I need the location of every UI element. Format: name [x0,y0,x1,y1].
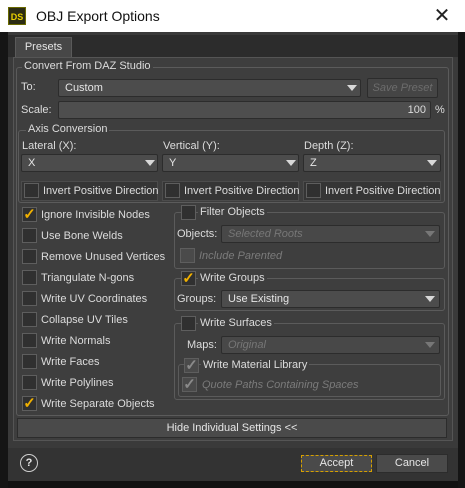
cancel-button[interactable]: Cancel [376,454,448,473]
quote-paths-label: Quote Paths Containing Spaces [202,379,359,391]
check-icon: ✓ [23,395,36,412]
option-label: Write Polylines [41,377,114,389]
tab-presets[interactable]: Presets [15,37,72,57]
filter-objects-label: Filter Objects [198,206,267,218]
option-label: Ignore Invisible Nodes [41,209,150,221]
invert-x-checkbox[interactable] [24,183,39,198]
window-border-right [458,32,465,488]
check-icon: ✓ [183,376,196,393]
option-label: Collapse UV Tiles [41,314,128,326]
maps-value: Original [228,339,266,351]
write-separate-checkbox[interactable]: ✓ [22,396,37,411]
objects-value: Selected Roots [228,228,303,240]
option-label: Write Separate Objects [41,398,155,410]
lateral-value: X [28,157,36,169]
daz-studio-app-icon: DS [8,7,26,25]
check-icon: ✓ [182,270,195,287]
groups-value: Use Existing [228,293,290,305]
write-surfaces-checkbox[interactable] [181,316,196,331]
remove-unused-checkbox[interactable] [22,249,37,264]
vertical-value: Y [169,157,177,169]
help-icon[interactable]: ? [20,454,38,472]
check-icon: ✓ [23,206,36,223]
scale-label: Scale: [21,104,52,116]
groups-dropdown[interactable]: Use Existing [221,290,440,308]
invert-z-checkbox[interactable] [306,183,321,198]
chevron-down-icon [286,160,296,166]
material-library-label: Write Material Library [201,359,310,371]
write-groups-checkbox[interactable]: ✓ [181,271,196,286]
invert-y-label: Invert Positive Direction [184,185,300,197]
bone-welds-checkbox[interactable] [22,228,37,243]
material-library-checkbox[interactable]: ✓ [184,358,199,373]
axis-group-label: Axis Conversion [26,123,110,135]
depth-dropdown[interactable]: Z [303,154,441,172]
hide-individual-settings-button[interactable]: Hide Individual Settings << [17,418,447,438]
accept-button[interactable]: Accept [301,455,372,472]
objects-dropdown[interactable]: Selected Roots [221,225,440,243]
filter-objects-checkbox[interactable] [181,205,196,220]
invert-z-label: Invert Positive Direction [325,185,441,197]
to-value: Custom [65,82,103,94]
invert-y-checkbox[interactable] [165,183,180,198]
chevron-down-icon [347,85,357,91]
background-strip [0,481,465,488]
option-label: Use Bone Welds [41,230,123,242]
invert-x-label: Invert Positive Direction [43,185,159,197]
option-label: Write Normals [41,335,111,347]
option-label: Triangulate N-gons [41,272,135,284]
depth-value: Z [310,157,317,169]
write-polylines-checkbox[interactable] [22,375,37,390]
option-label: Write Faces [41,356,100,368]
vertical-label: Vertical (Y): [163,140,220,152]
scale-unit: % [435,104,445,116]
scale-field[interactable]: 100 [58,101,431,119]
close-icon[interactable]: ✕ [428,3,456,29]
write-groups-label: Write Groups [198,272,267,284]
to-label: To: [21,81,36,93]
triangulate-checkbox[interactable] [22,270,37,285]
chevron-down-icon [425,231,435,237]
maps-dropdown[interactable]: Original [221,336,440,354]
tab-strip [8,35,458,57]
write-normals-checkbox[interactable] [22,333,37,348]
window-title: OBJ Export Options [36,8,160,24]
window-border-left [0,32,8,488]
write-faces-checkbox[interactable] [22,354,37,369]
vertical-dropdown[interactable]: Y [162,154,299,172]
depth-label: Depth (Z): [304,140,354,152]
to-dropdown[interactable]: Custom [58,79,361,97]
include-parented-label: Include Parented [199,250,283,262]
quote-paths-checkbox[interactable]: ✓ [182,377,197,392]
check-icon: ✓ [185,357,198,374]
include-parented-checkbox[interactable] [180,248,195,263]
chevron-down-icon [425,296,435,302]
maps-label: Maps: [187,339,217,351]
save-preset-button[interactable]: Save Preset [367,78,438,98]
ignore-invisible-checkbox[interactable]: ✓ [22,207,37,222]
convert-group-label: Convert From DAZ Studio [22,60,153,72]
chevron-down-icon [427,160,437,166]
collapse-uv-checkbox[interactable] [22,312,37,327]
chevron-down-icon [145,160,155,166]
write-surfaces-label: Write Surfaces [198,317,274,329]
write-uv-checkbox[interactable] [22,291,37,306]
option-label: Write UV Coordinates [41,293,148,305]
lateral-label: Lateral (X): [22,140,77,152]
objects-label: Objects: [177,228,218,240]
groups-field-label: Groups: [177,293,217,305]
chevron-down-icon [425,342,435,348]
option-label: Remove Unused Vertices [41,251,166,263]
lateral-dropdown[interactable]: X [21,154,158,172]
